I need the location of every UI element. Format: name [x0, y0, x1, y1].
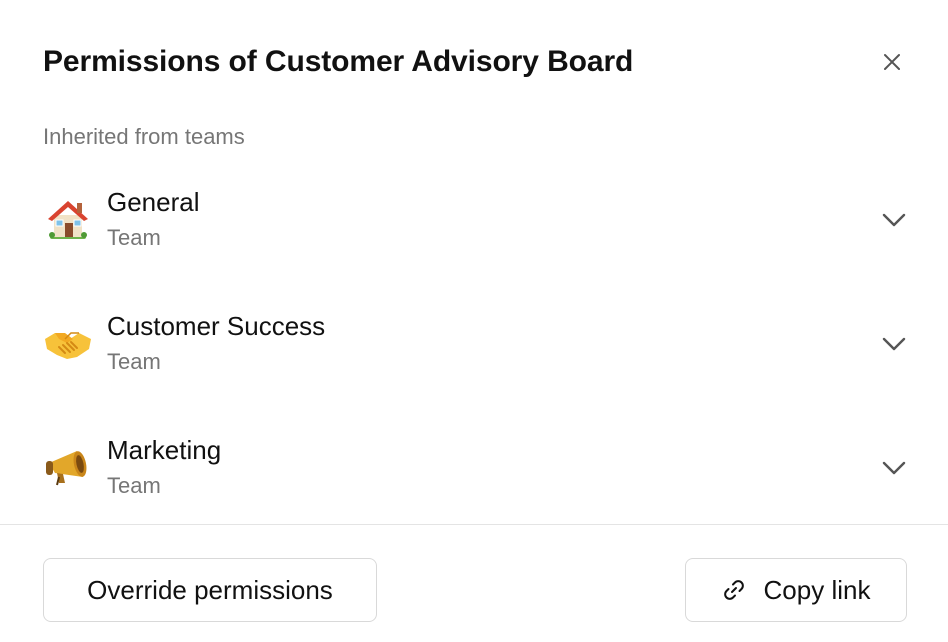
dialog-footer: Override permissions Copy link	[43, 558, 907, 622]
team-name: Marketing	[107, 435, 222, 465]
megaphone-emoji-icon	[43, 442, 93, 492]
team-row-general[interactable]: General Team	[0, 180, 948, 304]
dialog-header: Permissions of Customer Advisory Board	[43, 40, 908, 84]
link-icon	[722, 578, 746, 602]
team-row-marketing[interactable]: Marketing Team	[0, 428, 948, 552]
chevron-down-icon[interactable]	[880, 206, 908, 234]
team-list: General Team Customer Success Team Marke…	[0, 180, 948, 552]
close-button[interactable]	[876, 46, 908, 78]
team-text: Marketing Team	[107, 428, 221, 500]
team-type: Team	[107, 225, 161, 250]
team-name: General	[107, 187, 200, 217]
permissions-dialog: Permissions of Customer Advisory Board I…	[0, 0, 948, 642]
copy-link-label: Copy link	[763, 574, 871, 605]
team-row-customer-success[interactable]: Customer Success Team	[0, 304, 948, 428]
team-text: General Team	[107, 180, 200, 252]
dialog-title: Permissions of Customer Advisory Board	[43, 45, 634, 78]
override-permissions-label: Override permissions	[87, 574, 333, 605]
team-text: Customer Success Team	[107, 304, 325, 376]
handshake-emoji-icon	[43, 318, 93, 368]
team-type: Team	[107, 349, 161, 374]
footer-divider	[0, 524, 948, 525]
close-icon	[884, 54, 900, 70]
chevron-down-icon[interactable]	[880, 330, 908, 358]
team-type: Team	[107, 473, 161, 498]
section-label: Inherited from teams	[43, 124, 245, 149]
copy-link-button[interactable]: Copy link	[685, 558, 907, 622]
override-permissions-button[interactable]: Override permissions	[43, 558, 377, 622]
team-name: Customer Success	[107, 311, 326, 341]
house-emoji-icon	[43, 194, 93, 244]
chevron-down-icon[interactable]	[880, 454, 908, 482]
